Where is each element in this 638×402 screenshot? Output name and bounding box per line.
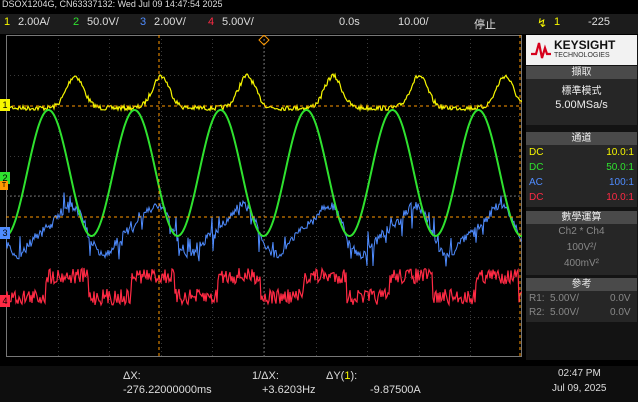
channel-1-probe[interactable]: 10.0:1 xyxy=(606,147,634,158)
side-panel: KEYSIGHT TECHNOLOGIES 擷取 標準模式 5.00MSa/s … xyxy=(526,35,638,360)
ref1-name: R1: xyxy=(529,293,545,304)
ref2-name: R2: xyxy=(529,307,545,318)
waveform-display[interactable] xyxy=(6,35,522,357)
math-scale: 100V²/ xyxy=(566,242,597,253)
inverse-delta-x-label: 1/ΔX: xyxy=(252,370,279,382)
trigger-level-marker[interactable]: T xyxy=(0,181,8,190)
ch2-number[interactable]: 2 xyxy=(73,16,79,28)
trigger-edge-icon: ↯ xyxy=(537,16,548,30)
math-box[interactable]: 數學運算 Ch2 * Ch4 100V²/ 400mV² xyxy=(526,211,637,275)
math-offset: 400mV² xyxy=(563,258,599,269)
title-bar: DSOX1204G, CN63337132: Wed Jul 09 14:47:… xyxy=(0,0,638,11)
ch3-ground-marker[interactable]: 3 xyxy=(0,227,10,239)
ch2-scale[interactable]: 50.0V/ xyxy=(87,16,119,28)
channel-3-coupling[interactable]: AC xyxy=(529,177,543,188)
delta-x-label: ΔX: xyxy=(123,370,141,382)
run-state[interactable]: 停止 xyxy=(474,16,496,32)
channels-box[interactable]: 通道 DC 10.0:1 DC 50.0:1 AC 100:1 DC 10.0:1 xyxy=(526,132,637,207)
ref2-scale: 5.00V/ xyxy=(550,307,579,318)
brand-subtitle: TECHNOLOGIES xyxy=(554,52,610,59)
ref2-offset: 0.0V xyxy=(610,307,631,318)
clock-date: Jul 09, 2025 xyxy=(552,383,607,394)
brand-name: KEYSIGHT xyxy=(554,38,616,52)
delta-y-value: -9.87500A xyxy=(370,384,421,396)
status-bar: 1 2.00A/ 2 50.0V/ 3 2.00V/ 4 5.00V/ 0.0s… xyxy=(0,14,638,34)
measurement-bar: ΔX: -276.22000000ms 1/ΔX: +3.6203Hz ΔY(1… xyxy=(0,366,638,402)
ref1-offset: 0.0V xyxy=(610,293,631,304)
ch4-waveform xyxy=(6,266,522,307)
channel-3-probe[interactable]: 100:1 xyxy=(609,177,634,188)
ch1-ground-marker[interactable]: 1 xyxy=(0,99,10,111)
ch4-ground-marker[interactable]: 4 xyxy=(0,295,10,307)
channel-1-coupling[interactable]: DC xyxy=(529,147,543,158)
time-delay[interactable]: 0.0s xyxy=(339,16,360,28)
channel-2-coupling[interactable]: DC xyxy=(529,162,543,173)
clock-time: 02:47 PM xyxy=(558,368,601,379)
keysight-wave-icon xyxy=(531,42,551,59)
ref1-scale: 5.00V/ xyxy=(550,293,579,304)
channel-2-probe[interactable]: 50.0:1 xyxy=(606,162,634,173)
acquire-mode: 標準模式 xyxy=(561,86,602,97)
sample-rate: 5.00MSa/s xyxy=(555,99,608,111)
time-scale[interactable]: 10.00/ xyxy=(398,16,429,28)
delta-y-label-prefix: ΔY( xyxy=(326,370,345,382)
reference-header: 參考 xyxy=(526,278,637,291)
trigger-level[interactable]: -225 xyxy=(588,16,610,28)
acquire-box[interactable]: 擷取 標準模式 5.00MSa/s xyxy=(526,66,637,125)
reference-box[interactable]: 參考 R1: 5.00V/ 0.0V R2: 5.00V/ 0.0V xyxy=(526,278,637,322)
inverse-delta-x-value: +3.6203Hz xyxy=(262,384,316,396)
ch3-number[interactable]: 3 xyxy=(140,16,146,28)
delta-y-label: ΔY(1): xyxy=(326,370,357,382)
ch1-number[interactable]: 1 xyxy=(4,16,10,28)
ch4-number[interactable]: 4 xyxy=(208,16,214,28)
trigger-source[interactable]: 1 xyxy=(554,16,560,28)
channel-4-coupling[interactable]: DC xyxy=(529,192,543,203)
ch4-scale[interactable]: 5.00V/ xyxy=(222,16,254,28)
ch3-scale[interactable]: 2.00V/ xyxy=(154,16,186,28)
window-title: DSOX1204G, CN63337132: Wed Jul 09 14:47:… xyxy=(2,0,223,9)
channels-header: 通道 xyxy=(526,132,637,145)
channel-4-probe[interactable]: 10.0:1 xyxy=(606,192,634,203)
brand-logo: KEYSIGHT TECHNOLOGIES xyxy=(526,35,637,65)
acquire-header: 擷取 xyxy=(526,66,637,79)
delta-y-label-suffix: ): xyxy=(350,370,358,382)
ch1-scale[interactable]: 2.00A/ xyxy=(18,16,50,28)
math-header: 數學運算 xyxy=(526,211,637,224)
math-expression: Ch2 * Ch4 xyxy=(558,226,605,237)
delta-x-value: -276.22000000ms xyxy=(123,384,212,396)
